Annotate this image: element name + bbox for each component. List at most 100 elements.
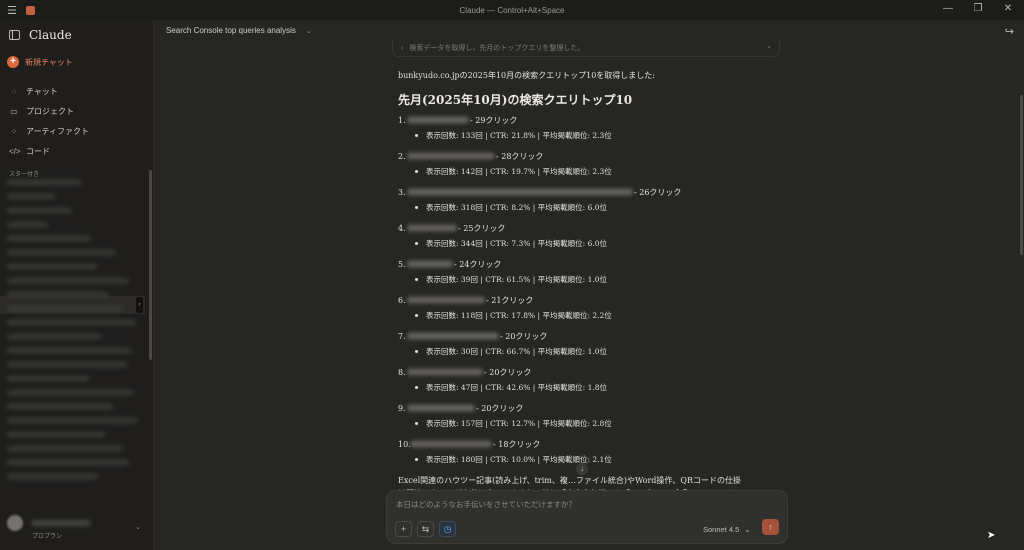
list-item[interactable] <box>7 362 127 367</box>
list-item[interactable] <box>7 180 82 185</box>
query-number: 7. <box>398 331 406 341</box>
message-composer[interactable]: 本日はどのようなお手伝いをさせていただけますか？ + ⇆ ◷ Sonnet 4.… <box>386 490 788 544</box>
query-clicks: - 20クリック <box>500 331 548 341</box>
list-item[interactable] <box>7 404 114 409</box>
list-item: 7. - 20クリック 表示回数: 30回 | CTR: 66.7% | 平均掲載… <box>398 330 778 357</box>
research-mode-icon[interactable]: ◷ <box>439 521 456 537</box>
conversation-title: Search Console top queries analysis <box>166 26 296 35</box>
maximize-icon[interactable]: ❐ <box>972 3 984 14</box>
chat-options-handle[interactable]: ‹ <box>136 297 143 313</box>
list-item[interactable] <box>7 376 89 381</box>
model-selector[interactable]: Sonnet 4.5 ⌄ <box>703 525 751 534</box>
code-icon: </> <box>9 146 21 156</box>
message-input[interactable]: 本日はどのようなお手伝いをさせていただけますか？ <box>396 499 576 510</box>
query-stats: 表示回数: 318回 | CTR: 8.2% | 平均掲載順位: 6.0位 <box>426 202 608 212</box>
list-item[interactable] <box>7 334 103 339</box>
list-item[interactable] <box>7 320 137 325</box>
query-number: 2. <box>398 151 406 161</box>
query-clicks: - 29クリック <box>470 115 518 125</box>
query-number: 4. <box>398 223 406 233</box>
redacted-query <box>407 405 475 411</box>
list-item[interactable] <box>7 390 134 395</box>
list-item[interactable] <box>7 208 73 213</box>
bullet <box>415 421 418 425</box>
list-item: 2. - 28クリック 表示回数: 142回 | CTR: 19.7% | 平均掲… <box>398 150 778 177</box>
query-number: 9. <box>398 403 406 413</box>
avatar <box>7 515 23 531</box>
query-stats: 表示回数: 142回 | CTR: 19.7% | 平均掲載順位: 2.3位 <box>426 166 612 176</box>
list-item[interactable] <box>7 250 116 255</box>
list-item[interactable] <box>7 264 97 269</box>
conversation-title-menu[interactable]: Search Console top queries analysis ⌄ <box>166 26 312 35</box>
query-clicks: - 18クリック <box>493 439 541 449</box>
query-list: 1. - 29クリック 表示回数: 133回 | CTR: 21.8% | 平均掲… <box>398 114 778 465</box>
list-item[interactable] <box>7 446 123 451</box>
sidebar-item-artifacts[interactable]: ⁘ アーティファクト <box>9 121 89 141</box>
query-number: 5. <box>398 259 406 269</box>
close-icon[interactable]: ✕ <box>1002 3 1014 14</box>
model-name: Sonnet 4.5 <box>703 525 740 534</box>
bullet <box>415 349 418 353</box>
redacted-query <box>407 297 485 303</box>
list-item[interactable] <box>7 348 133 353</box>
list-item[interactable] <box>7 292 109 297</box>
query-number: 8. <box>398 367 406 377</box>
window-controls: — ❐ ✕ <box>942 3 1014 14</box>
send-button[interactable]: ↑ <box>762 519 779 535</box>
list-item[interactable] <box>7 278 130 283</box>
sidebar-item-chats[interactable]: ◌ チャット <box>9 81 89 101</box>
response-intro: bunkyudo.co.jpの2025年10月の検索クエリトップ10を取得しまし… <box>398 71 655 80</box>
redacted-query <box>410 441 492 447</box>
main-scrollbar[interactable] <box>1020 95 1023 255</box>
list-item[interactable] <box>7 460 130 465</box>
chevron-down-icon[interactable]: ⌄ <box>766 42 772 50</box>
query-stats: 表示回数: 30回 | CTR: 66.7% | 平均掲載順位: 1.0位 <box>426 346 608 356</box>
hamburger-menu-icon[interactable]: ☰ <box>7 4 17 17</box>
list-item[interactable] <box>7 432 105 437</box>
minimize-icon[interactable]: — <box>942 3 954 14</box>
share-icon[interactable]: ↪ <box>1005 25 1014 38</box>
thinking-step-text: 検索データを取得し、先月のトップクエリを整理した。 <box>409 45 585 52</box>
list-item: 3. - 26クリック 表示回数: 318回 | CTR: 8.2% | 平均掲載… <box>398 186 778 213</box>
new-chat-button[interactable]: + 新規チャット <box>7 56 73 68</box>
assistant-response: bunkyudo.co.jpの2025年10月の検索クエリトップ10を取得しまし… <box>398 70 778 500</box>
list-item[interactable] <box>7 194 55 199</box>
redacted-query <box>407 261 453 267</box>
query-stats: 表示回数: 118回 | CTR: 17.8% | 平均掲載順位: 2.2位 <box>426 310 612 320</box>
response-heading: 先月(2025年10月)の検索クエリトップ10 <box>398 93 633 107</box>
list-item: 5. - 24クリック 表示回数: 39回 | CTR: 61.5% | 平均掲載… <box>398 258 778 285</box>
sidebar-item-projects[interactable]: ▭ プロジェクト <box>9 101 89 121</box>
tools-toggle-button[interactable]: ⇆ <box>417 521 434 537</box>
chat-icon: ◌ <box>11 86 17 96</box>
sidebar-toggle-icon[interactable] <box>9 30 20 40</box>
sidebar-item-code[interactable]: </> コード <box>9 141 89 161</box>
query-clicks: - 25クリック <box>458 223 506 233</box>
chevron-down-icon[interactable]: ⌄ <box>135 523 141 531</box>
add-attachment-button[interactable]: + <box>395 521 412 537</box>
query-stats: 表示回数: 39回 | CTR: 61.5% | 平均掲載順位: 1.0位 <box>426 274 608 284</box>
query-stats: 表示回数: 133回 | CTR: 21.8% | 平均掲載順位: 2.3位 <box>426 130 612 140</box>
query-stats: 表示回数: 344回 | CTR: 7.3% | 平均掲載順位: 6.0位 <box>426 238 608 248</box>
thinking-step-summary[interactable]: ‹ 検索データを取得し、先月のトップクエリを整理した。 ⌄ <box>392 40 780 57</box>
bullet <box>415 277 418 281</box>
query-stats: 表示回数: 157回 | CTR: 12.7% | 平均掲載順位: 2.8位 <box>426 418 612 428</box>
query-number: 1. <box>398 115 406 125</box>
summary-line: Excel関連のハウツー記事(読み上げ、trim、複…ファイル統合)やWord操… <box>398 476 742 485</box>
redacted-query <box>407 153 495 159</box>
list-item[interactable] <box>7 306 123 311</box>
new-chat-label: 新規チャット <box>25 57 73 67</box>
query-clicks: - 24クリック <box>454 259 502 269</box>
list-item[interactable] <box>7 236 92 241</box>
list-item[interactable] <box>7 474 100 479</box>
scroll-to-bottom-button[interactable]: ↓ <box>576 463 588 475</box>
user-menu[interactable] <box>7 515 91 531</box>
redacted-query <box>407 189 633 195</box>
list-item[interactable] <box>7 418 138 423</box>
recent-chats-list <box>7 180 143 516</box>
brand-name: Claude <box>29 28 72 42</box>
sidebar-scrollbar[interactable] <box>149 170 152 360</box>
list-item[interactable] <box>7 222 48 227</box>
plus-icon: + <box>7 56 19 68</box>
query-stats: 表示回数: 47回 | CTR: 42.6% | 平均掲載順位: 1.8位 <box>426 382 608 392</box>
mouse-cursor-icon: ➤ <box>987 530 996 541</box>
